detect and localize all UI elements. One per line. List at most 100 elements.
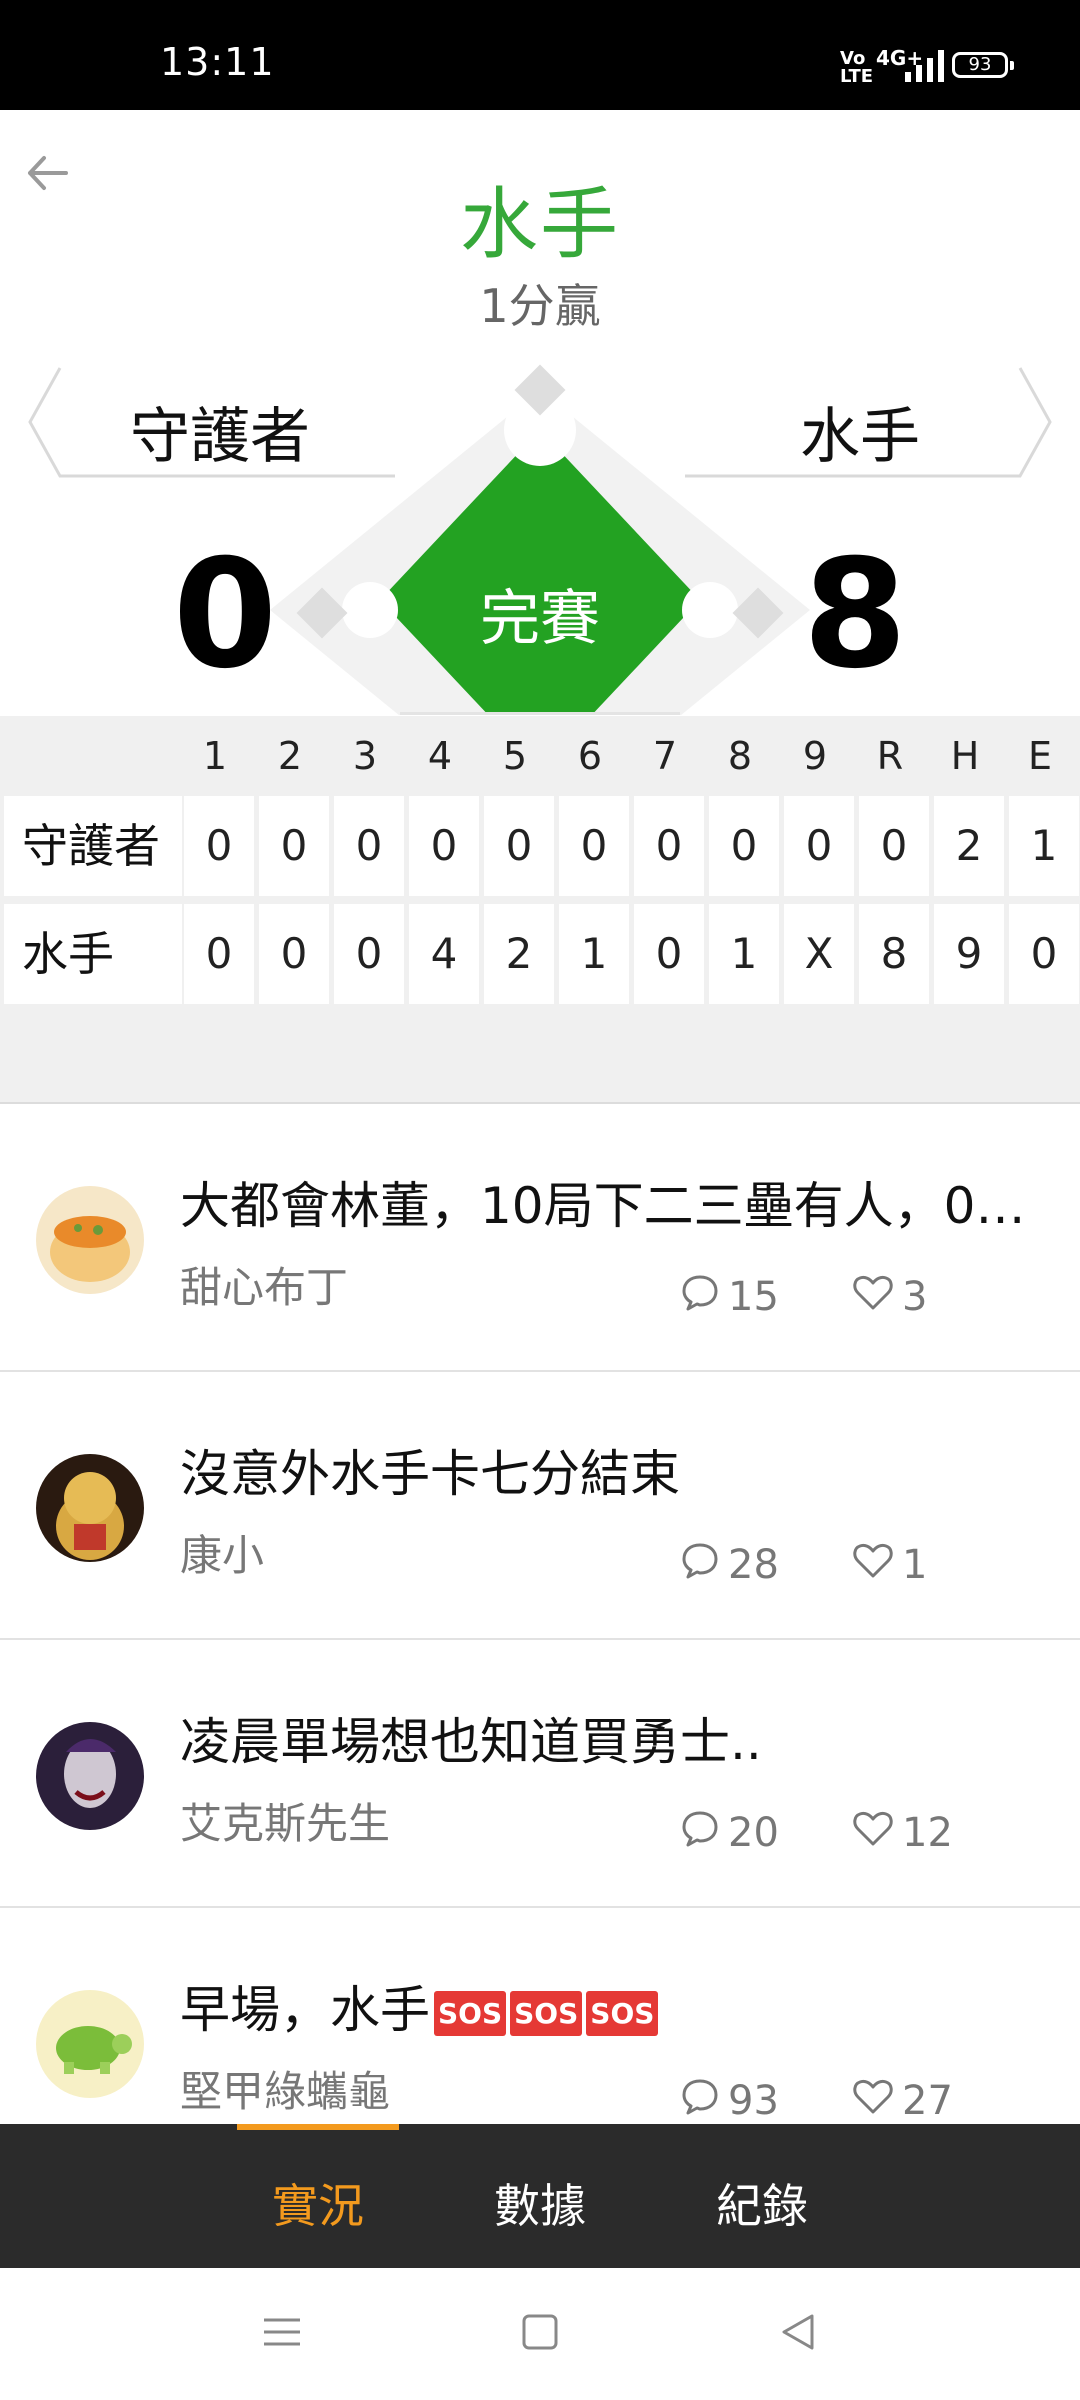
post-title[interactable]: 沒意外水手卡七分結束 [180, 1434, 1050, 1506]
comment-count-value: 20 [728, 1810, 779, 1856]
linescore-col-header: 7 [652, 734, 678, 778]
page-title: 水手 [459, 180, 620, 270]
post-item[interactable]: 凌晨單場想也知道買勇士.. 艾克斯先生 20 12 [0, 1640, 1080, 1908]
comment-count-value: 93 [728, 2078, 779, 2124]
linescore-cell: 0 [709, 796, 779, 896]
comment-count[interactable]: 28 [680, 1540, 779, 1590]
linescore-cell: 0 [259, 904, 329, 1004]
system-nav-bar [0, 2268, 1080, 2400]
linescore-cell: 0 [559, 796, 629, 896]
post-author[interactable]: 艾克斯先生 [180, 1790, 390, 1851]
post-title-text: 凌晨單場想也知道買勇士.. [180, 1713, 762, 1771]
linescore-cell: 1 [559, 904, 629, 1004]
linescore-col-header: 6 [577, 734, 603, 778]
home-score: 8 [802, 528, 908, 702]
battery-icon: 93 [952, 52, 1014, 78]
linescore-col-header: H [950, 734, 980, 778]
linescore-cell: 0 [409, 796, 479, 896]
linescore-col-header: 4 [427, 734, 453, 778]
linescore-cell: 0 [784, 796, 854, 896]
linescore-cell: 4 [409, 904, 479, 1004]
like-count[interactable]: 12 [852, 1808, 953, 1858]
like-count[interactable]: 1 [852, 1540, 927, 1590]
post-title-text: 早場，水手 [180, 1981, 430, 2039]
linescore-cell: 2 [484, 904, 554, 1004]
active-tab-indicator [237, 2124, 399, 2130]
comment-icon [680, 1808, 720, 1858]
comment-count[interactable]: 20 [680, 1808, 779, 1858]
linescore-cell: 8 [859, 904, 929, 1004]
heart-icon [852, 1808, 894, 1858]
sos-emoji: SOS [434, 1991, 507, 2036]
comment-count[interactable]: 15 [680, 1272, 779, 1322]
post-item[interactable]: 大都會林董，10局下二三壘有人，0人... 甜心布丁 15 3 [0, 1104, 1080, 1372]
user-avatar[interactable] [36, 1186, 144, 1294]
post-author[interactable]: 堅甲綠蠵龜 [180, 2058, 390, 2119]
home-square-icon[interactable] [520, 2312, 560, 2352]
away-team-name[interactable]: 守護者 [120, 388, 320, 475]
separator-band [0, 1012, 1080, 1104]
like-count-value: 27 [902, 2078, 953, 2124]
linescore-col-header: 2 [277, 734, 303, 778]
signal-icon [905, 48, 944, 82]
status-bar: 13:11 Vo LTE 4G+ 93 [0, 0, 1080, 110]
back-triangle-icon[interactable] [778, 2312, 818, 2352]
comment-icon [680, 1272, 720, 1322]
post-title[interactable]: 大都會林董，10局下二三壘有人，0人... [180, 1166, 1050, 1238]
linescore-col-header: 3 [352, 734, 378, 778]
post-title-text: 沒意外水手卡七分結束 [180, 1445, 680, 1503]
game-state: 完賽 [480, 584, 600, 654]
linescore-cell: 0 [634, 796, 704, 896]
like-count[interactable]: 27 [852, 2076, 953, 2126]
heart-icon [852, 1540, 894, 1590]
linescore-header: 1 2 3 4 5 6 7 8 9 R H E [0, 716, 1080, 792]
linescore-team-name: 水手 [4, 904, 182, 1004]
like-count-value: 1 [902, 1542, 928, 1588]
linescore-cell: 0 [334, 904, 404, 1004]
linescore-row-away: 守護者 0 0 0 0 0 0 0 0 0 0 2 1 [0, 792, 1080, 900]
heart-icon [852, 1272, 894, 1322]
linescore-cell: 2 [934, 796, 1004, 896]
sos-emoji: SOS [510, 1991, 583, 2036]
linescore-cell: 0 [859, 796, 929, 896]
post-author[interactable]: 甜心布丁 [180, 1254, 348, 1315]
home-team-name[interactable]: 水手 [760, 388, 960, 475]
tab-records[interactable]: 紀錄 [682, 2170, 842, 2236]
like-count-value: 3 [902, 1274, 928, 1320]
linescore-cell: 0 [484, 796, 554, 896]
linescore-table: 123456789RHE 守護者 0 0 0 0 0 0 0 0 0 0 2 1 水手 0 0 0 4 2 1 0 1 X… [0, 716, 1080, 1012]
comment-count-value: 28 [728, 1542, 779, 1588]
post-item[interactable]: 沒意外水手卡七分結束 康小 28 1 [0, 1372, 1080, 1640]
linescore-cell: 1 [709, 904, 779, 1004]
menu-icon[interactable] [262, 2312, 302, 2352]
game-result-subtitle: 1分贏 [479, 279, 601, 333]
comment-icon [680, 1540, 720, 1590]
post-author[interactable]: 康小 [180, 1522, 264, 1583]
linescore-cell: 9 [934, 904, 1004, 1004]
comment-icon [680, 2076, 720, 2126]
volte-icon: Vo LTE [840, 48, 874, 87]
tab-stats[interactable]: 數據 [460, 2170, 620, 2236]
post-title[interactable]: 凌晨單場想也知道買勇士.. [180, 1702, 1050, 1774]
like-count[interactable]: 3 [852, 1272, 927, 1322]
linescore-cell: 0 [1009, 904, 1079, 1004]
linescore-cell: 0 [334, 796, 404, 896]
comment-count-value: 15 [728, 1274, 779, 1320]
linescore-row-home: 水手 0 0 0 4 2 1 0 1 X 8 9 0 [0, 900, 1080, 1008]
user-avatar[interactable] [36, 1722, 144, 1830]
user-avatar[interactable] [36, 1454, 144, 1562]
linescore-cell: 0 [184, 796, 254, 896]
linescore-col-header: R [876, 734, 904, 778]
post-title-text: 大都會林董，10局下二三壘有人，0人... [180, 1177, 1050, 1235]
linescore-col-header: 1 [202, 734, 228, 778]
comment-count[interactable]: 93 [680, 2076, 779, 2126]
post-title[interactable]: 早場，水手 SOS SOS SOS [180, 1970, 1050, 2042]
tab-live[interactable]: 實況 [238, 2170, 398, 2236]
clock: 13:11 [160, 40, 275, 84]
linescore-cell: 0 [259, 796, 329, 896]
linescore-team-name: 守護者 [4, 796, 182, 896]
sos-emoji: SOS [586, 1991, 659, 2036]
bottom-tab-bar: 實況 數據 紀錄 [0, 2124, 1080, 2268]
away-score: 0 [172, 528, 278, 702]
user-avatar[interactable] [36, 1990, 144, 2098]
